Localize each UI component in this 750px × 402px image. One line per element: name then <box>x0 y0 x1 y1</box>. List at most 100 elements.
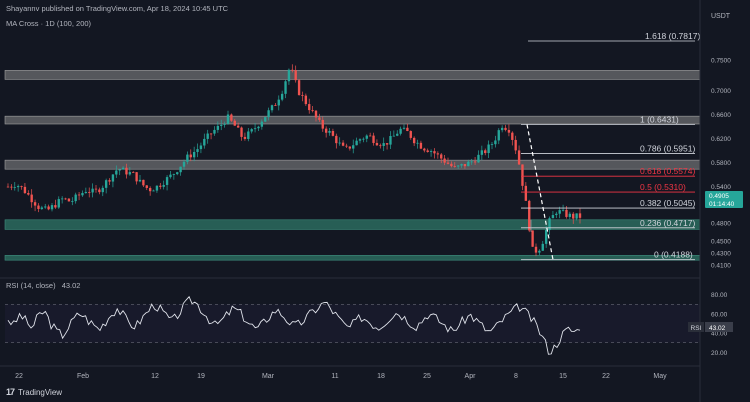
candle-body <box>365 135 368 139</box>
candle-body <box>40 207 44 209</box>
candle-body <box>538 250 541 253</box>
time-tick-label: 12 <box>151 373 159 380</box>
candle-body <box>331 130 335 136</box>
fib-level-label: 0.382 (0.5045) <box>640 198 695 208</box>
candle-body <box>291 69 294 71</box>
candle-body <box>301 95 304 96</box>
candle-body <box>470 161 473 163</box>
candle-body <box>368 135 372 137</box>
candle-body <box>572 213 575 219</box>
candle-body <box>341 142 345 146</box>
candle-body <box>575 213 578 219</box>
candle-body <box>534 246 538 253</box>
candle-body <box>294 70 297 81</box>
candle-body <box>548 218 551 231</box>
candle-body <box>436 153 440 155</box>
candle-body <box>558 210 561 214</box>
candle-body <box>247 131 250 139</box>
candle-body <box>311 110 314 111</box>
candle-body <box>287 69 291 82</box>
candle-body <box>456 165 460 167</box>
candle-body <box>152 190 155 192</box>
candle-body <box>460 164 463 166</box>
price-badge-value: 0.4905 <box>709 193 729 200</box>
time-tick-label: 25 <box>423 373 431 380</box>
candle-body <box>375 142 379 146</box>
candle-body <box>555 213 558 216</box>
candle-body <box>274 105 277 107</box>
candle-body <box>568 213 572 217</box>
rsi-tick-label: 80.00 <box>711 292 728 299</box>
candle-body <box>196 149 199 152</box>
time-tick-label: Mar <box>262 373 275 380</box>
candle-body <box>379 145 382 147</box>
candle-body <box>60 198 64 200</box>
candle-body <box>416 142 419 144</box>
candle-body <box>111 174 115 182</box>
candle-body <box>308 104 311 111</box>
rsi-legend[interactable]: RSI (14, close) 43.02 <box>6 281 80 290</box>
candle-body <box>216 125 220 130</box>
tradingview-logo-icon: 17 <box>6 387 15 397</box>
candle-body <box>240 127 243 137</box>
candle-body <box>257 126 260 129</box>
candle-body <box>132 172 135 173</box>
resistance-zone <box>4 115 701 125</box>
candle-body <box>521 164 524 186</box>
price-axis[interactable]: 0.75000.70000.66000.62000.58000.54000.51… <box>711 58 731 270</box>
candle-body <box>145 185 148 189</box>
candle-body <box>118 169 121 171</box>
candle-body <box>67 198 71 202</box>
candle-body <box>44 206 47 208</box>
candle-body <box>182 161 186 167</box>
currency-label: USDT <box>711 13 731 20</box>
candle-body <box>358 139 362 141</box>
candle-body <box>477 154 480 163</box>
candle-body <box>199 145 203 150</box>
rsi-badge-tag: RSI <box>691 325 702 332</box>
candle-body <box>406 127 409 132</box>
time-tick-label: 8 <box>514 373 518 380</box>
candle-body <box>385 143 389 145</box>
candle-body <box>125 167 128 175</box>
candle-body <box>104 180 108 188</box>
rsi-band <box>5 304 700 343</box>
candle-body <box>260 121 264 127</box>
rsi-tick-label: 20.00 <box>711 350 728 357</box>
candle-body <box>98 189 101 193</box>
candle-body <box>179 166 182 173</box>
candle-body <box>253 128 257 130</box>
price-badge-countdown: 01:14:40 <box>709 201 735 208</box>
candle-body <box>220 124 223 126</box>
candle-body <box>203 138 206 146</box>
candle-body <box>490 144 494 145</box>
price-tick-label: 0.6200 <box>711 136 731 143</box>
publisher-line: Shayannv published on TradingView.com, A… <box>6 4 229 13</box>
candle-body <box>77 194 81 196</box>
candle-body <box>402 127 406 129</box>
candle-body <box>507 129 511 133</box>
symbol-line[interactable]: MA Cross · 1D (100, 200) <box>6 19 91 28</box>
price-badge: 0.4905 01:14:40 <box>705 191 743 208</box>
candle-body <box>318 117 321 120</box>
candle-body <box>467 161 470 167</box>
time-tick-label: 15 <box>559 373 567 380</box>
candle-body <box>115 170 118 175</box>
brand[interactable]: 17 TradingView <box>6 387 62 397</box>
candle-body <box>504 127 507 130</box>
candle-body <box>74 194 77 202</box>
candle-body <box>71 201 74 202</box>
price-tick-label: 0.4800 <box>711 220 731 227</box>
candle-body <box>267 110 270 118</box>
candle-body <box>541 243 544 251</box>
candle-body <box>450 163 453 167</box>
candle-body <box>500 127 504 131</box>
price-tick-label: 0.7500 <box>711 58 731 65</box>
candle-body <box>37 205 40 209</box>
candle-body <box>440 154 443 159</box>
candle-body <box>497 130 500 141</box>
time-tick-label: 18 <box>377 373 385 380</box>
candle-body <box>155 185 159 191</box>
candle-body <box>186 154 189 162</box>
candle-body <box>423 148 426 151</box>
